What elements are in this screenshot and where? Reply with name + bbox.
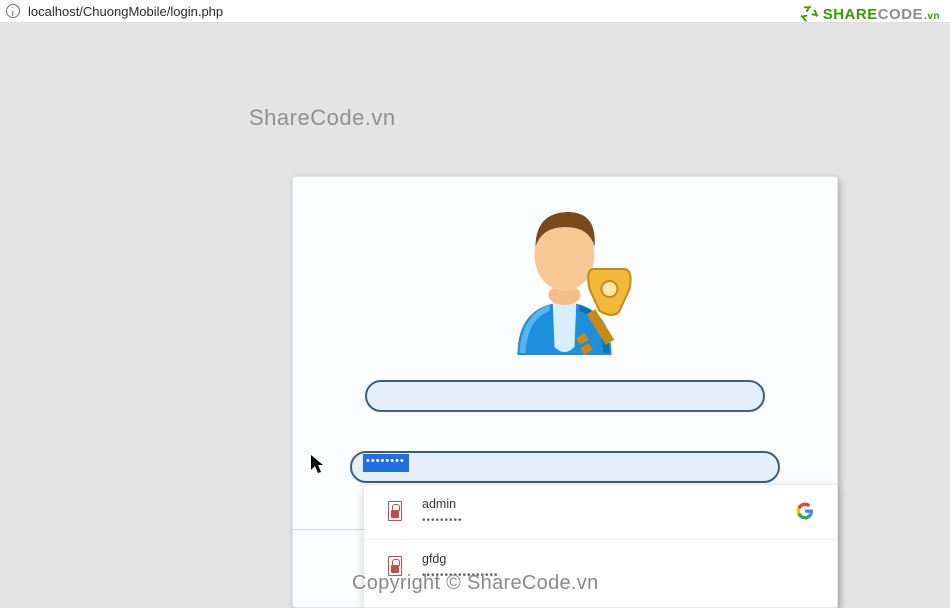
autofill-item[interactable]: admin ••••••••• xyxy=(364,485,837,540)
autofill-username: gfdg xyxy=(422,552,446,566)
info-icon xyxy=(6,4,20,18)
recycle-icon xyxy=(799,4,819,24)
watermark-top: ShareCode.vn xyxy=(249,105,396,131)
username-input[interactable] xyxy=(365,380,765,412)
logo-text: SHARECODE.vn xyxy=(823,6,940,23)
google-icon xyxy=(795,501,815,521)
autofill-username: admin xyxy=(422,497,456,511)
watermark-bottom: Copyright © ShareCode.vn xyxy=(352,572,599,595)
autofill-password-dots: ••••••••• xyxy=(422,515,463,526)
text-cursor-icon xyxy=(310,454,325,474)
user-key-icon xyxy=(498,197,633,357)
password-key-icon xyxy=(388,501,402,521)
url-text: localhost/ChuongMobile/login.php xyxy=(28,4,223,19)
password-input[interactable] xyxy=(350,451,780,483)
sharecode-logo: SHARECODE.vn xyxy=(799,2,940,26)
